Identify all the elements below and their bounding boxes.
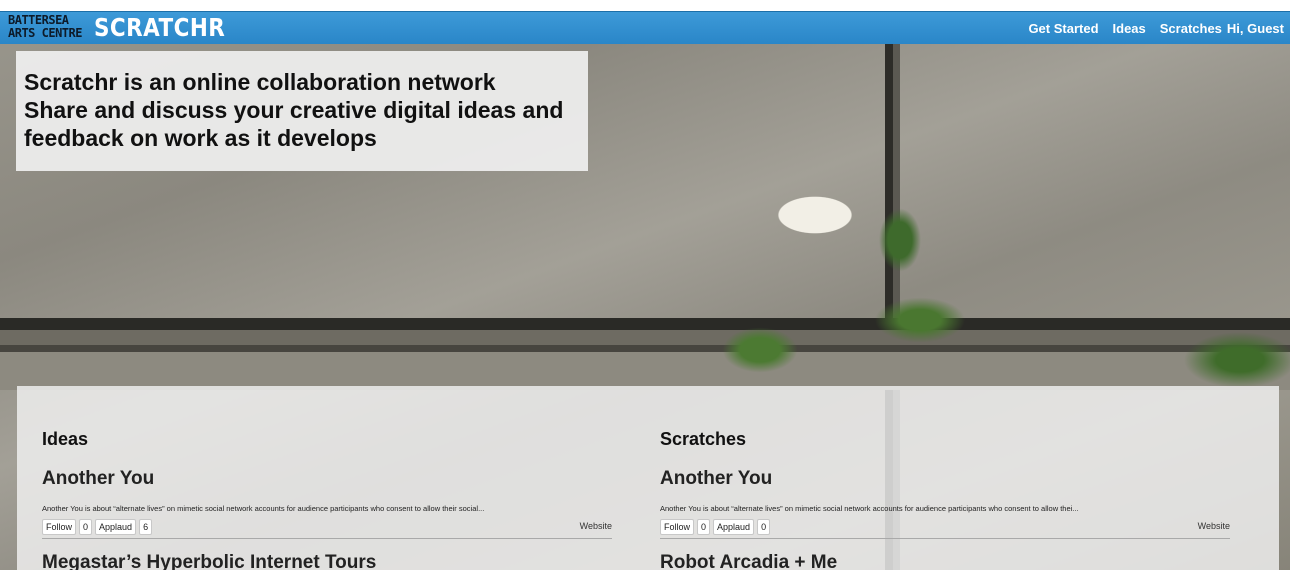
website-link[interactable]: Website — [580, 521, 612, 531]
follow-button[interactable]: Follow — [660, 519, 695, 535]
scratch-actions: Follow 0 Applaud 0 Website — [660, 519, 1230, 535]
header-bar: BATTERSEA ARTS CENTRE SCRATCHR Get Start… — [0, 11, 1290, 44]
divider — [42, 538, 612, 539]
hero-line-2: Share and discuss your creative digital … — [24, 97, 564, 123]
applaud-button[interactable]: Applaud — [95, 519, 137, 535]
ideas-column: Ideas Another You Another You is about “… — [42, 429, 612, 570]
nav-ideas[interactable]: Ideas — [1113, 21, 1146, 36]
top-strip — [0, 0, 1290, 11]
scratch-title[interactable]: Another You — [660, 468, 1230, 490]
website-link[interactable]: Website — [1198, 521, 1230, 531]
idea-actions: Follow 0 Applaud 6 Website — [42, 519, 612, 535]
divider — [660, 538, 1230, 539]
scratch-description: Another You is about “alternate lives” o… — [660, 504, 1079, 513]
scratch-title-next[interactable]: Robot Arcadia + Me — [660, 552, 1230, 570]
nav-scratches[interactable]: Scratches — [1160, 21, 1222, 36]
ideas-heading: Ideas — [42, 429, 89, 449]
follow-count: 0 — [697, 519, 711, 535]
nav-get-started[interactable]: Get Started — [1028, 21, 1098, 36]
follow-count: 0 — [79, 519, 93, 535]
scratches-heading: Scratches — [660, 429, 747, 449]
applaud-count: 0 — [757, 519, 771, 535]
battersea-logo[interactable]: BATTERSEA ARTS CENTRE — [8, 14, 82, 40]
idea-title-next[interactable]: Megastar’s Hyperbolic Internet Tours — [42, 552, 612, 570]
main-nav: Get Started Ideas Scratches Hi, Guest — [1014, 21, 1284, 36]
logo-line-2: ARTS CENTRE — [8, 26, 82, 40]
hero-line-3: feedback on work as it develops — [24, 125, 377, 151]
idea-title[interactable]: Another You — [42, 468, 612, 490]
content-panel: Ideas Another You Another You is about “… — [17, 386, 1279, 570]
applaud-button[interactable]: Applaud — [713, 519, 755, 535]
follow-button[interactable]: Follow — [42, 519, 77, 535]
user-greeting[interactable]: Hi, Guest — [1227, 21, 1284, 36]
applaud-count: 6 — [139, 519, 153, 535]
scratches-column: Scratches Another You Another You is abo… — [660, 429, 1230, 570]
scratchr-logo[interactable]: SCRATCHR — [94, 13, 225, 42]
hero-banner: Scratchr is an online collaboration netw… — [16, 51, 588, 171]
hero-line-1: Scratchr is an online collaboration netw… — [24, 69, 496, 95]
idea-description: Another You is about “alternate lives” o… — [42, 504, 485, 513]
